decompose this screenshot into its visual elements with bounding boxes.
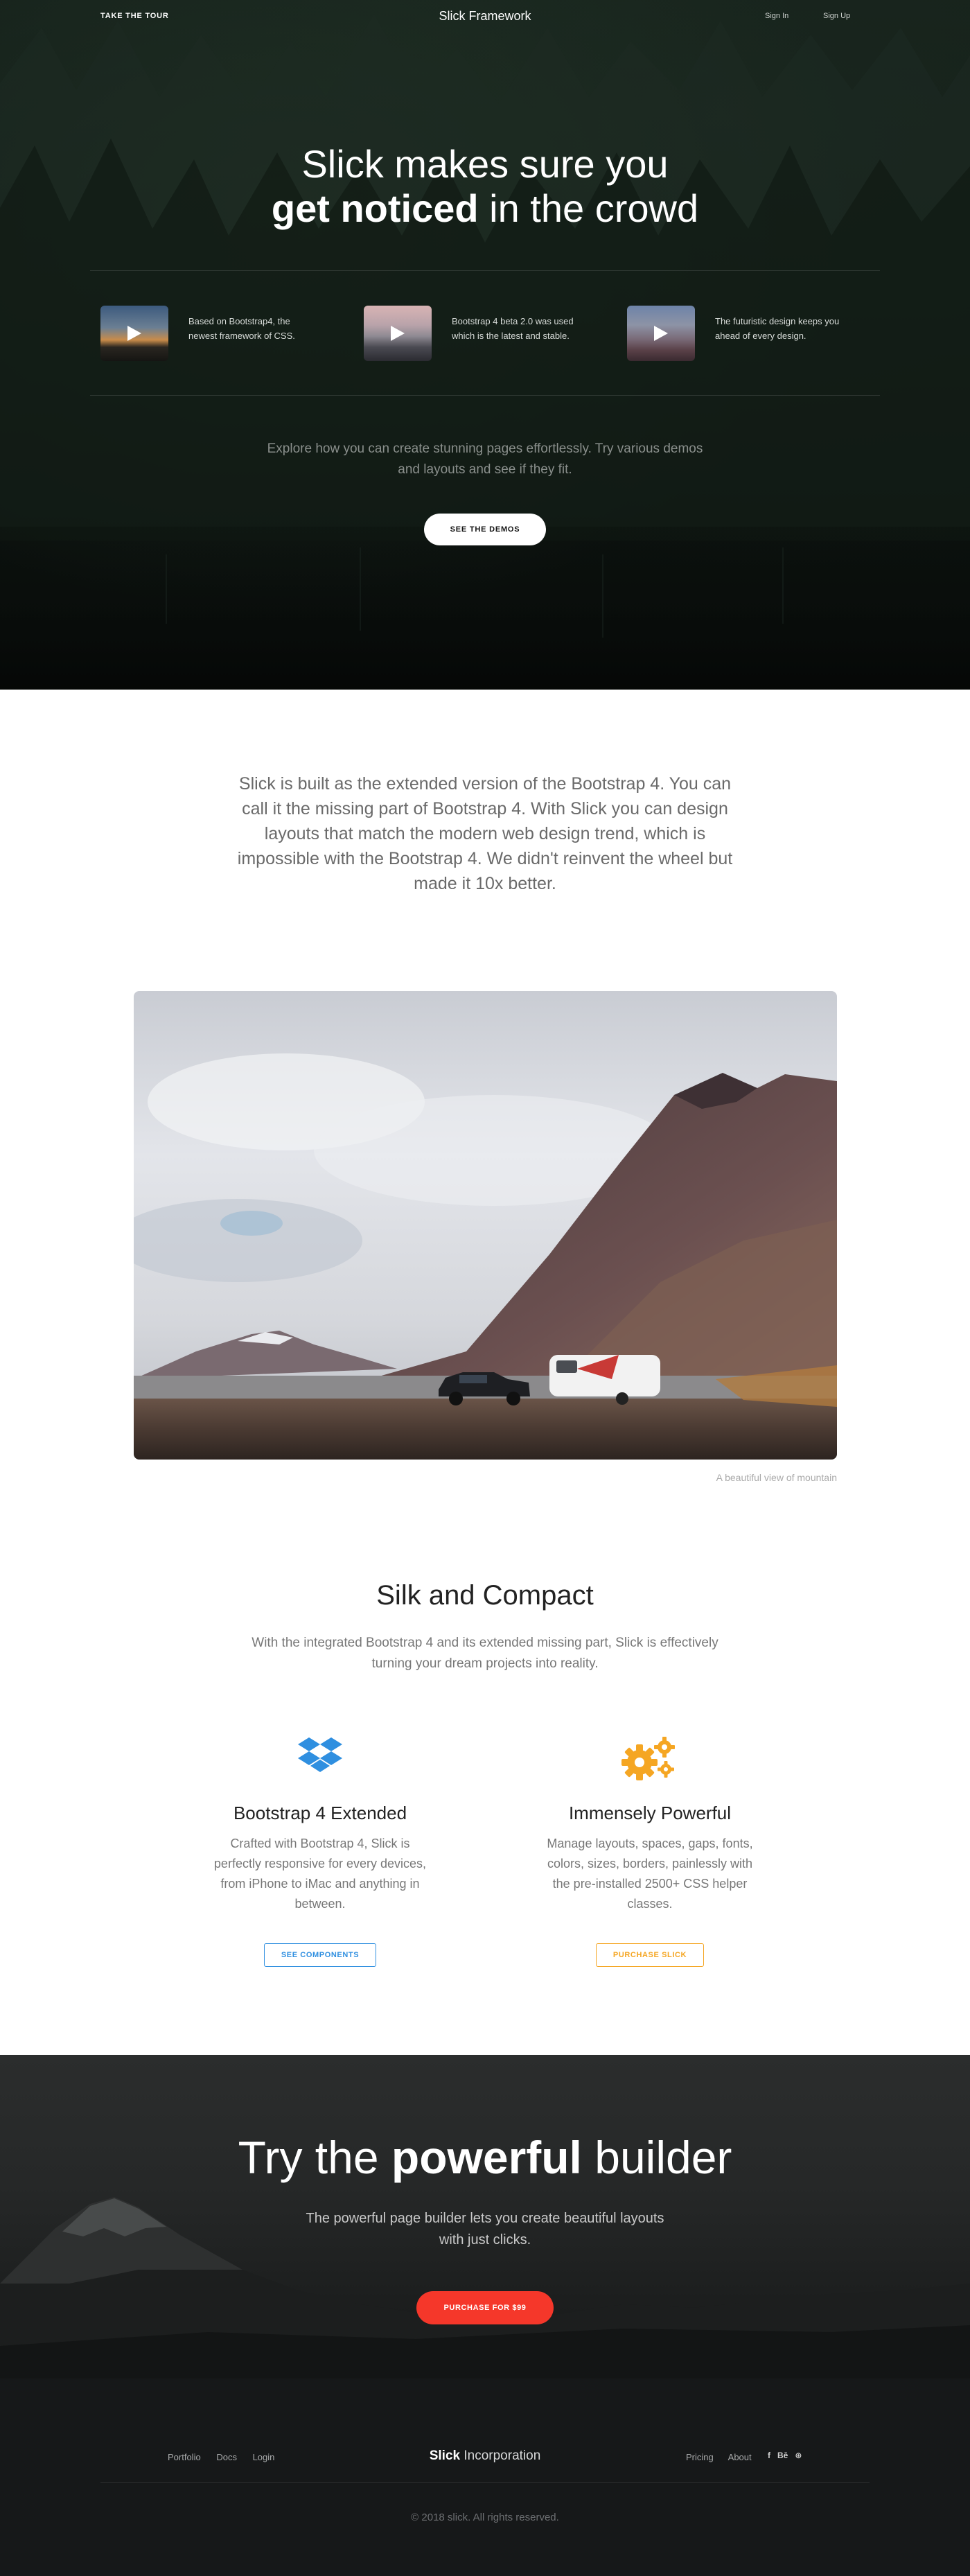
builder-title-post: builder <box>581 2132 732 2183</box>
video-description: The futuristic design keeps you ahead of… <box>715 316 840 341</box>
footer-brand-bold: Slick <box>429 2448 461 2463</box>
intro-paragraph: Slick is built as the extended version o… <box>237 774 733 893</box>
video-thumbnail[interactable] <box>364 306 432 361</box>
video-thumbnail[interactable] <box>100 306 168 361</box>
explore-text: Explore how you can create stunning page… <box>267 441 703 477</box>
see-components-button[interactable]: SEE COMPONENTS <box>263 1943 377 1967</box>
dribbble-icon[interactable]: ⊛ <box>795 2451 802 2460</box>
features-subtitle: With the integrated Bootstrap 4 and its … <box>252 1636 718 1671</box>
feature-title: Bootstrap 4 Extended <box>233 1803 407 1823</box>
mountain-photo <box>134 991 837 1460</box>
social-icons: f Bē ⊛ <box>768 2451 802 2460</box>
feature-card: Immensely Powerful Manage layouts, space… <box>525 1736 775 1967</box>
facebook-icon[interactable]: f <box>768 2451 770 2460</box>
footer-link-pricing[interactable]: Pricing <box>686 2452 714 2462</box>
feature-card: Bootstrap 4 Extended Crafted with Bootst… <box>195 1736 445 1967</box>
purchase-button[interactable]: PURCHASE FOR $99 <box>416 2291 554 2324</box>
builder-section: Try the powerful builder The powerful pa… <box>0 2055 970 2378</box>
sign-up-link[interactable]: Sign Up <box>823 12 850 20</box>
play-icon[interactable] <box>391 326 405 341</box>
hero-title: Slick makes sure you get noticed in the … <box>0 142 970 231</box>
gears-icon <box>525 1736 775 1782</box>
builder-title: Try the powerful builder <box>0 2131 970 2184</box>
divider <box>90 270 880 271</box>
footer-link-about[interactable]: About <box>728 2452 752 2462</box>
play-icon[interactable] <box>654 326 668 341</box>
feature-text: Crafted with Bootstrap 4, Slick is perfe… <box>213 1837 427 1911</box>
builder-title-pre: Try the <box>238 2132 391 2183</box>
see-the-demos-button[interactable]: SEE THE DEMOS <box>424 514 546 545</box>
hero-title-bold: get noticed <box>271 186 479 230</box>
video-description: Bootstrap 4 beta 2.0 was used which is t… <box>452 316 574 341</box>
play-icon[interactable] <box>127 326 141 341</box>
footer-brand-rest: Incorporation <box>460 2448 541 2463</box>
feature-text: Manage layouts, spaces, gaps, fonts, col… <box>547 1837 753 1911</box>
builder-title-bold: powerful <box>391 2132 582 2183</box>
behance-icon[interactable]: Bē <box>777 2451 788 2460</box>
copyright: © 2018 slick. All rights reserved. <box>411 2512 559 2523</box>
footer-brand[interactable]: Slick Incorporation <box>0 2448 970 2464</box>
footer-links-right: Pricing About <box>686 2452 764 2462</box>
hero-section: TAKE THE TOUR Slick Framework Sign In Si… <box>0 0 970 690</box>
feature-title: Immensely Powerful <box>568 1803 732 1823</box>
divider <box>90 395 880 396</box>
footer-divider <box>100 2482 870 2483</box>
builder-subtitle: The powerful page builder lets you creat… <box>306 2211 664 2248</box>
video-description: Based on Bootstrap4, the newest framewor… <box>188 316 295 341</box>
top-nav: TAKE THE TOUR Slick Framework Sign In Si… <box>0 0 970 33</box>
sign-in-link[interactable]: Sign In <box>765 12 788 20</box>
photo-caption: A beautiful view of mountain <box>716 1472 837 1483</box>
hero-title-rest: in the crowd <box>478 186 699 230</box>
video-thumbnail[interactable] <box>627 306 695 361</box>
hero-title-line1: Slick makes sure you <box>301 142 669 186</box>
purchase-slick-button[interactable]: PURCHASE SLICK <box>595 1943 705 1967</box>
features-title: Silk and Compact <box>376 1580 594 1611</box>
footer: Portfolio Docs Login Slick Incorporation… <box>0 2378 970 2576</box>
dropbox-icon <box>195 1736 445 1782</box>
